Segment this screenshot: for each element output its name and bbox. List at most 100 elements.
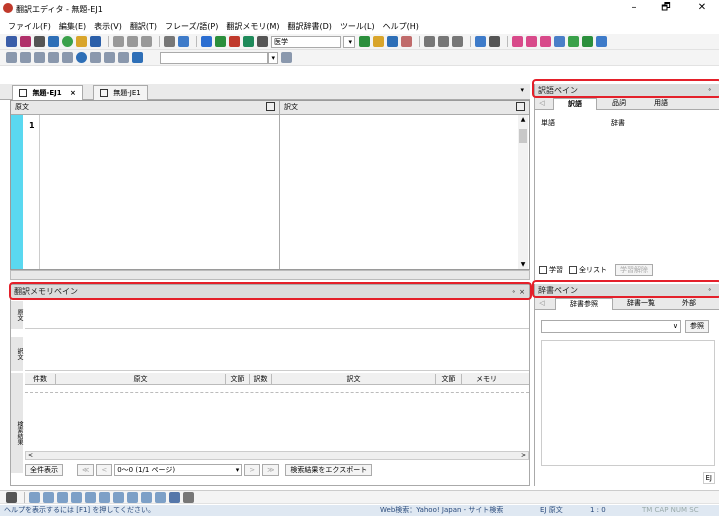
check-icon[interactable] bbox=[387, 36, 398, 47]
bookmark-icon[interactable] bbox=[452, 36, 463, 47]
tab-close-icon[interactable]: × bbox=[70, 89, 76, 97]
menu-edit[interactable]: 編集(E) bbox=[59, 21, 86, 32]
tab-trans-word[interactable]: 訳語 bbox=[553, 98, 597, 110]
search-icon[interactable] bbox=[424, 36, 435, 47]
memory-filter-icon[interactable] bbox=[155, 491, 166, 503]
back-icon[interactable] bbox=[6, 52, 17, 63]
dict-tab-scroll-left-icon[interactable]: ◁ bbox=[537, 298, 547, 310]
disk-icon[interactable] bbox=[90, 36, 101, 47]
memory-icon[interactable] bbox=[401, 36, 412, 47]
help-icon[interactable] bbox=[178, 36, 189, 47]
layout-icon[interactable] bbox=[475, 36, 486, 47]
col-source[interactable]: 原文 bbox=[55, 373, 225, 384]
menu-help[interactable]: ヘルプ(H) bbox=[383, 21, 419, 32]
tab-part-of-speech[interactable]: 品詞 bbox=[599, 98, 639, 110]
maximize-button[interactable]: 🗗 bbox=[654, 0, 678, 16]
clear-icon[interactable] bbox=[183, 491, 194, 503]
stop-icon[interactable] bbox=[48, 52, 59, 63]
memory-sort-icon[interactable] bbox=[141, 491, 152, 503]
tab-dict-lookup[interactable]: 辞書参照 bbox=[555, 298, 613, 310]
new-doc-icon[interactable] bbox=[6, 36, 17, 47]
menu-view[interactable]: 表示(V) bbox=[94, 21, 122, 32]
tab-doc-je1[interactable]: 無題-JE1 bbox=[93, 85, 148, 100]
tab-terminology[interactable]: 用語 bbox=[641, 98, 681, 110]
editor-scrollbar[interactable]: ▲ ▼ bbox=[518, 115, 528, 269]
all-list-checkbox[interactable] bbox=[569, 266, 577, 274]
col-segment-2[interactable]: 文節 bbox=[435, 373, 461, 384]
eject-icon[interactable] bbox=[6, 491, 17, 503]
pane1-icon[interactable] bbox=[512, 36, 523, 47]
last-page-button[interactable]: ≫ bbox=[262, 464, 280, 476]
col-count[interactable]: 件数 bbox=[25, 374, 55, 384]
export-results-button[interactable]: 検索結果をエクスポート bbox=[285, 464, 373, 476]
pane3-icon[interactable] bbox=[540, 36, 551, 47]
memory-delete-icon[interactable] bbox=[71, 491, 82, 503]
translate-next-icon[interactable] bbox=[243, 36, 254, 47]
replace-icon[interactable] bbox=[438, 36, 449, 47]
grid-icon[interactable] bbox=[489, 36, 500, 47]
first-page-button[interactable]: ≪ bbox=[77, 464, 95, 476]
close-button[interactable]: ✕ bbox=[690, 0, 714, 16]
learn-checkbox[interactable] bbox=[539, 266, 547, 274]
mem-hscroll[interactable]: < > bbox=[25, 451, 529, 460]
col-segment[interactable]: 文節 bbox=[225, 373, 249, 384]
sync-icon[interactable] bbox=[568, 36, 579, 47]
source-text-area[interactable] bbox=[41, 117, 277, 267]
people-icon[interactable] bbox=[554, 36, 565, 47]
menu-tools[interactable]: ツール(L) bbox=[340, 21, 375, 32]
col-target[interactable]: 訳文 bbox=[271, 373, 435, 384]
memory-apply-icon[interactable] bbox=[85, 491, 96, 503]
dict-results-area[interactable] bbox=[541, 340, 715, 466]
memory-view-icon[interactable] bbox=[127, 491, 138, 503]
font-icon[interactable] bbox=[169, 491, 180, 503]
status-web-search[interactable]: Web検索：Yahoo! Japan - サイト検索 bbox=[380, 505, 503, 516]
copy-icon[interactable] bbox=[127, 36, 138, 47]
highlight-icon[interactable] bbox=[373, 36, 384, 47]
target-text-area[interactable] bbox=[281, 117, 517, 267]
tab-doc-ej1[interactable]: 無題-EJ1 × bbox=[12, 85, 83, 100]
clear-learning-button[interactable]: 学習解除 bbox=[615, 264, 653, 276]
field-dropdown-arrow[interactable]: ▾ bbox=[343, 35, 355, 48]
web-translate-icon[interactable] bbox=[90, 52, 101, 63]
scroll-thumb[interactable] bbox=[519, 129, 527, 143]
go-icon[interactable] bbox=[281, 52, 292, 63]
web-icon[interactable] bbox=[132, 52, 143, 63]
translate-icon[interactable] bbox=[201, 36, 212, 47]
play-icon[interactable] bbox=[215, 36, 226, 47]
undo-icon[interactable] bbox=[164, 36, 175, 47]
next-page-button[interactable]: > bbox=[244, 464, 261, 476]
globe-icon[interactable] bbox=[62, 36, 73, 47]
memory-list-icon[interactable] bbox=[113, 491, 124, 503]
source-pane-icon[interactable] bbox=[266, 102, 275, 111]
memory-compare-icon[interactable] bbox=[99, 491, 110, 503]
tab-scroll-left-icon[interactable]: ◁ bbox=[537, 98, 547, 110]
tab-dict-list[interactable]: 辞書一覧 bbox=[615, 298, 667, 310]
forward-icon[interactable] bbox=[20, 52, 31, 63]
menu-phrase[interactable]: フレーズ/語(P) bbox=[165, 21, 218, 32]
col-memory[interactable]: メモリ bbox=[461, 373, 511, 384]
pause-icon[interactable] bbox=[257, 36, 268, 47]
home-icon[interactable] bbox=[62, 52, 73, 63]
menu-file[interactable]: ファイル(F) bbox=[8, 21, 51, 32]
tag-icon[interactable] bbox=[582, 36, 593, 47]
editor-hscroll[interactable] bbox=[10, 270, 530, 280]
menu-translate[interactable]: 翻訳(T) bbox=[130, 21, 157, 32]
split-icon[interactable] bbox=[34, 36, 45, 47]
mem-source-field[interactable] bbox=[25, 301, 529, 329]
page-select[interactable]: 0〜0 (1/1 ページ) ▾ bbox=[114, 464, 243, 476]
link-icon[interactable] bbox=[104, 52, 115, 63]
prev-page-button[interactable]: < bbox=[96, 464, 113, 476]
minimize-button[interactable]: – bbox=[622, 0, 646, 16]
show-all-button[interactable]: 全件表示 bbox=[25, 464, 63, 476]
menu-dictionary[interactable]: 翻訳辞書(D) bbox=[288, 21, 332, 32]
url-input[interactable] bbox=[160, 51, 268, 64]
dict-icon[interactable] bbox=[359, 36, 370, 47]
menu-memory[interactable]: 翻訳メモリ(M) bbox=[226, 21, 279, 32]
paste-icon[interactable] bbox=[141, 36, 152, 47]
target-pane-icon[interactable] bbox=[516, 102, 525, 111]
pane2-icon[interactable] bbox=[526, 36, 537, 47]
memory-search-icon[interactable] bbox=[29, 491, 40, 503]
memory-edit-icon[interactable] bbox=[57, 491, 68, 503]
col-trans-count[interactable]: 訳数 bbox=[249, 373, 271, 384]
browser-icon[interactable] bbox=[76, 52, 87, 63]
